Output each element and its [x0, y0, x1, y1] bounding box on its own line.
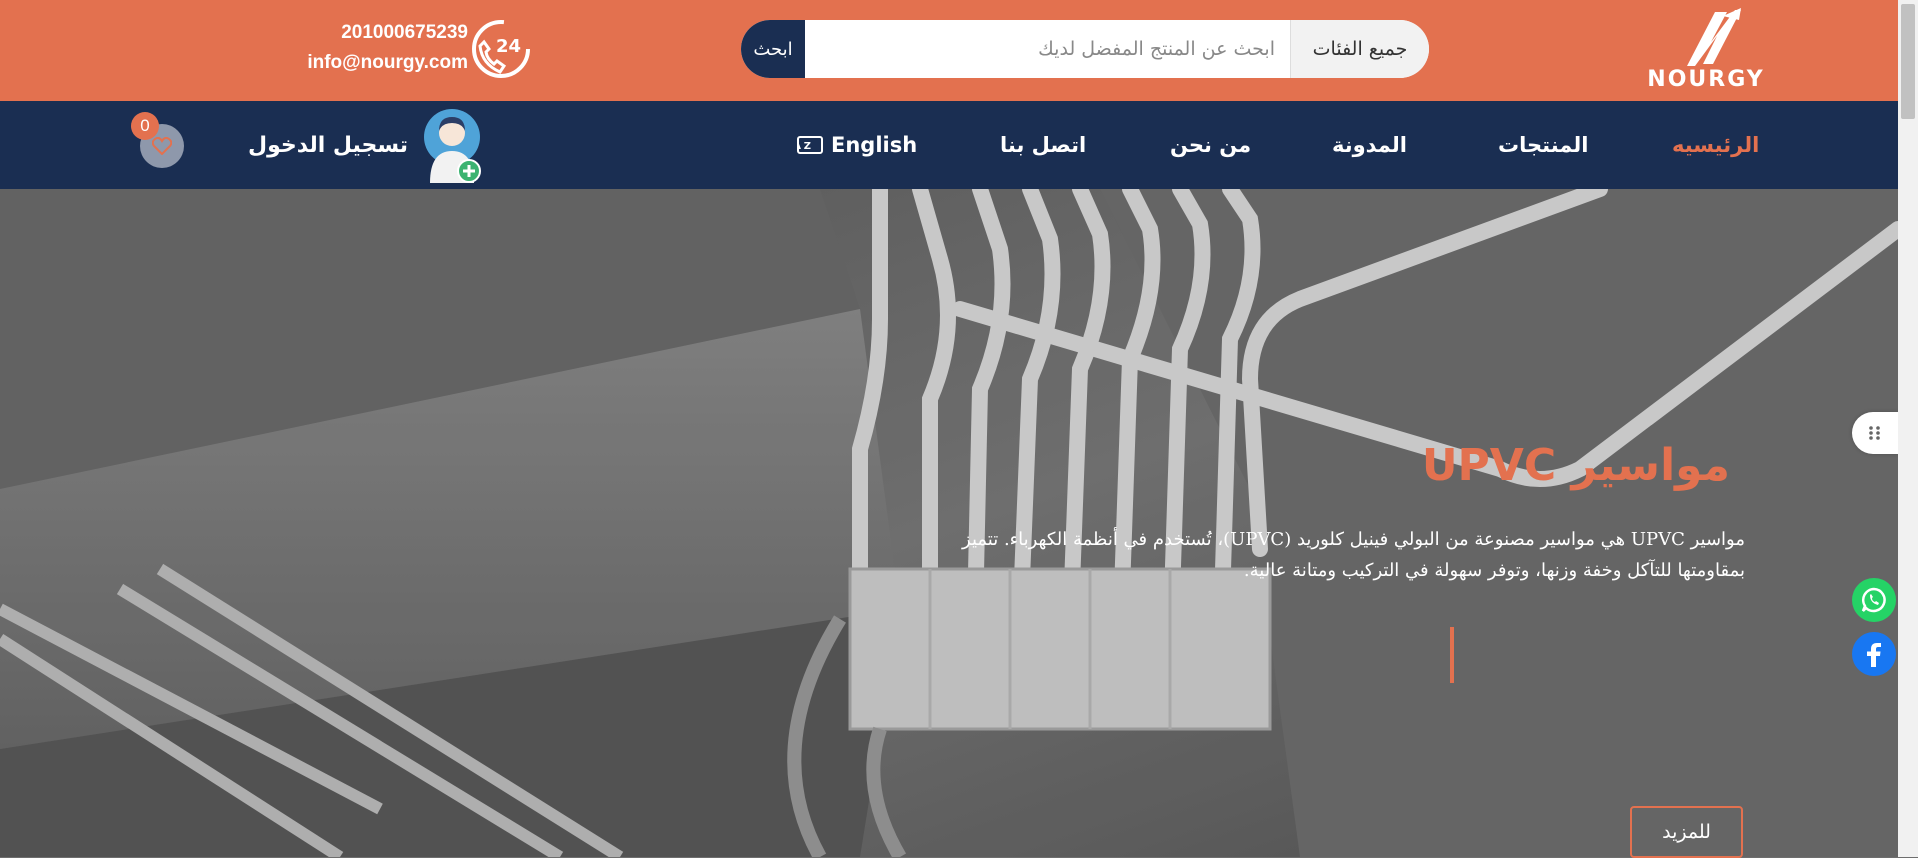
page-scrollbar[interactable] — [1898, 0, 1918, 857]
email-address[interactable]: info@nourgy.com — [307, 48, 468, 78]
contact-text: 201000675239 info@nourgy.com — [307, 18, 468, 78]
contact-info: 201000675239 info@nourgy.com 24 — [298, 18, 538, 82]
category-select[interactable]: جميع الفئات — [1290, 20, 1429, 78]
hero-banner — [0, 189, 1898, 857]
user-avatar-icon[interactable] — [422, 107, 482, 183]
svg-text:Z: Z — [804, 141, 811, 152]
scrollbar-thumb[interactable] — [1901, 4, 1915, 119]
drag-handle-icon — [1869, 426, 1880, 440]
logo-text: NOURGY — [1647, 67, 1765, 92]
search-button[interactable]: ابحث — [741, 20, 805, 78]
language-switch[interactable]: English A Z — [797, 101, 917, 189]
search-input[interactable] — [805, 20, 1291, 78]
wishlist-count-badge: 0 — [131, 112, 159, 140]
hero-title: مواسير UPVC — [1421, 440, 1730, 491]
more-button[interactable]: للمزيد — [1630, 806, 1743, 858]
svg-text:24: 24 — [496, 36, 521, 57]
heart-icon — [152, 137, 172, 155]
nav-item-blog[interactable]: المدونة — [1332, 101, 1407, 189]
login-link[interactable]: تسجيل الدخول — [248, 101, 408, 189]
language-label: English — [831, 133, 918, 157]
text-cursor — [1450, 627, 1454, 683]
phone-24-icon: 24 — [472, 20, 530, 78]
nav-item-home[interactable]: الرئيسيه — [1672, 101, 1759, 189]
facebook-icon — [1867, 643, 1881, 667]
translate-icon: A Z — [797, 136, 823, 154]
side-panel-toggle[interactable] — [1852, 412, 1898, 454]
nav-item-contact[interactable]: اتصل بنا — [1000, 101, 1086, 189]
nav-item-products[interactable]: المنتجات — [1498, 101, 1588, 189]
site-logo[interactable]: NOURGY — [1635, 6, 1777, 92]
search-bar: ابحث جميع الفئات — [741, 20, 1429, 78]
svg-text:A: A — [797, 141, 801, 152]
whatsapp-icon — [1861, 587, 1886, 613]
whatsapp-button[interactable] — [1852, 578, 1896, 622]
facebook-button[interactable] — [1852, 632, 1896, 676]
phone-number[interactable]: 201000675239 — [307, 18, 468, 48]
hero-description: مواسير UPVC هي مواسير مصنوعة من البولي ف… — [962, 529, 1745, 581]
top-header: NOURGY ابحث جميع الفئات 201000675239 inf… — [0, 0, 1898, 101]
nav-item-about[interactable]: من نحن — [1170, 101, 1251, 189]
hero-background-image — [0, 189, 1898, 857]
